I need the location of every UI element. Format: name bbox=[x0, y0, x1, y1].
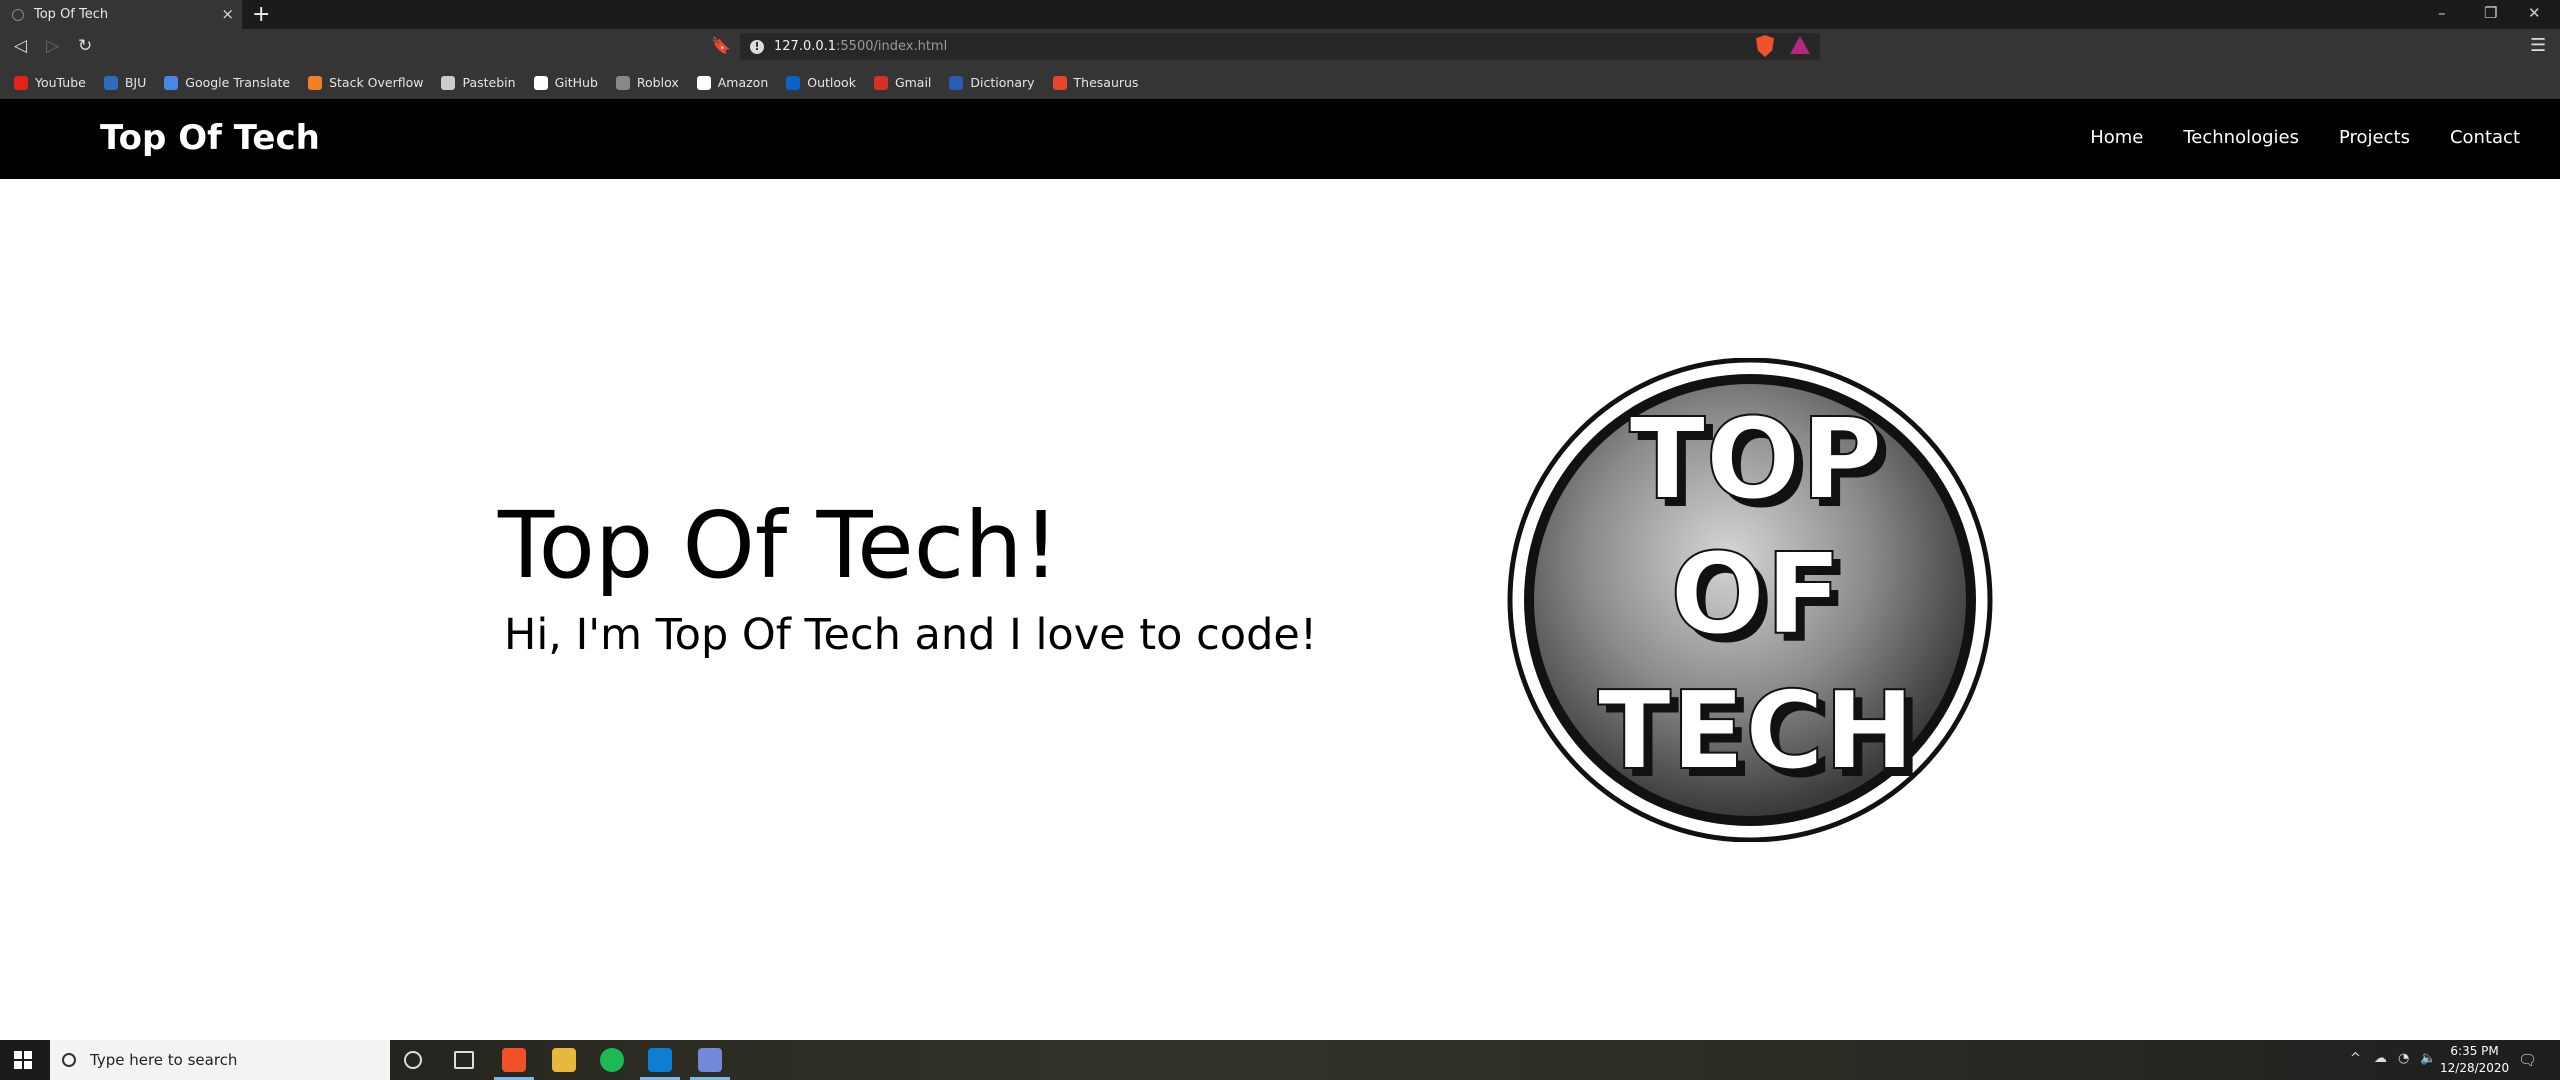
site-logo[interactable]: Top Of Tech bbox=[100, 118, 320, 158]
notification-icon[interactable]: 🗨 bbox=[2518, 1051, 2537, 1069]
network-icon[interactable]: ◔ bbox=[2398, 1051, 2409, 1066]
clock[interactable]: 6:35 PM 12/28/2020 bbox=[2440, 1043, 2509, 1077]
amazon-icon bbox=[696, 75, 711, 90]
bookmark-label: Thesaurus bbox=[1073, 75, 1139, 90]
bookmarks-bar: YouTube BJU Google Translate Stack Overflow… bbox=[0, 66, 2560, 99]
browser-tab[interactable]: Top Of Tech × bbox=[0, 0, 242, 29]
close-window-button[interactable]: ✕ bbox=[2528, 4, 2541, 22]
search-icon bbox=[62, 1053, 76, 1067]
new-tab-button[interactable]: + bbox=[252, 2, 270, 27]
url-host: 127.0.0.1 bbox=[774, 39, 837, 54]
bookmark-label: GitHub bbox=[554, 75, 598, 90]
bookmark-gmail[interactable]: Gmail bbox=[873, 75, 932, 90]
bookmark-youtube[interactable]: YouTube bbox=[14, 75, 86, 90]
bookmark-label: Outlook bbox=[807, 75, 856, 90]
youtube-icon bbox=[14, 75, 28, 90]
taskbar-search[interactable]: Type here to search bbox=[50, 1040, 390, 1080]
bookmark-icon[interactable]: 🔖 bbox=[711, 36, 731, 55]
nav-contact[interactable]: Contact bbox=[2450, 127, 2520, 148]
globe-icon bbox=[12, 8, 24, 21]
menu-icon[interactable]: ☰ bbox=[2530, 35, 2546, 56]
logo-line-top: TOP bbox=[1629, 395, 1883, 525]
bookmark-label: YouTube bbox=[35, 75, 86, 90]
spotify-icon[interactable] bbox=[600, 1048, 624, 1072]
onedrive-icon[interactable]: ☁ bbox=[2374, 1051, 2387, 1066]
file-explorer-icon[interactable] bbox=[552, 1048, 576, 1072]
close-tab-icon[interactable]: × bbox=[221, 5, 234, 23]
nav-technologies[interactable]: Technologies bbox=[2183, 127, 2299, 148]
bookmark-thesaurus[interactable]: Thesaurus bbox=[1052, 75, 1139, 90]
bookmark-dictionary[interactable]: Dictionary bbox=[949, 75, 1035, 90]
tab-title: Top Of Tech bbox=[34, 7, 109, 22]
bookmark-outlook[interactable]: Outlook bbox=[786, 75, 856, 90]
navigation-row: ◁ ▷ ↻ 🔖 ! 127.0.0.1 :5500/index.html ☰ bbox=[0, 29, 2560, 66]
task-view-icon[interactable] bbox=[454, 1051, 474, 1069]
search-placeholder: Type here to search bbox=[90, 1051, 238, 1069]
hero-subtitle: Hi, I'm Top Of Tech and I love to code! bbox=[504, 610, 1318, 660]
bookmark-label: BJU bbox=[124, 75, 147, 90]
bookmark-label: Gmail bbox=[894, 75, 932, 90]
bookmark-google-translate[interactable]: Google Translate bbox=[164, 75, 290, 90]
top-of-tech-logo: TOP TOP OF OF TECH TECH bbox=[1507, 358, 1993, 842]
brave-rewards-icon[interactable] bbox=[1790, 36, 1810, 54]
volume-icon[interactable]: 🔈 bbox=[2420, 1051, 2436, 1066]
reload-icon[interactable]: ↻ bbox=[78, 36, 92, 56]
thesaurus-icon bbox=[1052, 75, 1067, 90]
vscode-icon[interactable] bbox=[648, 1048, 672, 1072]
logo-line-tech: TECH bbox=[1597, 669, 1914, 794]
browser-chrome: Top Of Tech × + – ❐ ✕ ◁ ▷ ↻ 🔖 ! 127.0.0.… bbox=[0, 0, 2560, 99]
nav-home[interactable]: Home bbox=[2090, 127, 2143, 148]
bookmark-github[interactable]: GitHub bbox=[533, 75, 598, 90]
bookmark-label: Pastebin bbox=[462, 75, 516, 90]
forward-icon[interactable]: ▷ bbox=[46, 36, 59, 56]
windows-start-icon[interactable] bbox=[14, 1051, 32, 1069]
pastebin-icon bbox=[441, 75, 456, 90]
gmail-icon bbox=[873, 75, 888, 90]
clock-date: 12/28/2020 bbox=[2440, 1061, 2510, 1075]
bookmark-stack-overflow[interactable]: Stack Overflow bbox=[308, 75, 423, 90]
bookmark-amazon[interactable]: Amazon bbox=[696, 75, 769, 90]
bju-icon bbox=[103, 75, 118, 90]
url-path: :5500/index.html bbox=[836, 39, 948, 54]
github-icon bbox=[533, 75, 548, 90]
tab-strip: Top Of Tech × + – ❐ ✕ bbox=[0, 0, 2560, 29]
outlook-icon bbox=[786, 75, 801, 90]
bookmark-label: Roblox bbox=[636, 75, 679, 90]
google-translate-icon bbox=[164, 75, 179, 90]
chevron-up-icon[interactable]: ^ bbox=[2350, 1051, 2361, 1066]
logo-line-of: OF bbox=[1670, 530, 1842, 660]
minimize-button[interactable]: – bbox=[2438, 4, 2446, 22]
back-icon[interactable]: ◁ bbox=[14, 36, 27, 56]
roblox-icon bbox=[615, 75, 630, 90]
stack-overflow-icon bbox=[308, 75, 323, 90]
bookmark-label: Google Translate bbox=[185, 75, 291, 90]
dictionary-icon bbox=[949, 75, 964, 90]
bookmark-label: Stack Overflow bbox=[329, 75, 424, 90]
bookmark-label: Amazon bbox=[717, 75, 769, 90]
nav-projects[interactable]: Projects bbox=[2339, 127, 2410, 148]
discord-icon[interactable] bbox=[698, 1048, 722, 1072]
site-header: Top Of Tech Home Technologies Projects C… bbox=[0, 99, 2560, 179]
brave-browser-icon[interactable] bbox=[502, 1048, 526, 1072]
bookmark-label: Dictionary bbox=[970, 75, 1035, 90]
bookmark-bju[interactable]: BJU bbox=[103, 75, 147, 90]
address-bar[interactable]: ! 127.0.0.1 :5500/index.html bbox=[740, 33, 1820, 60]
bookmark-roblox[interactable]: Roblox bbox=[615, 75, 679, 90]
cortana-icon[interactable] bbox=[404, 1051, 422, 1069]
restore-button[interactable]: ❐ bbox=[2484, 4, 2497, 22]
clock-time: 6:35 PM bbox=[2450, 1044, 2499, 1058]
bookmark-pastebin[interactable]: Pastebin bbox=[441, 75, 516, 90]
site-info-icon[interactable]: ! bbox=[750, 39, 764, 54]
hero-title: Top Of Tech! bbox=[498, 492, 1060, 599]
site-nav: Home Technologies Projects Contact bbox=[2050, 127, 2520, 148]
taskbar: Type here to search ^ ☁ ◔ 🔈 6:35 PM 12/2… bbox=[0, 1040, 2560, 1080]
